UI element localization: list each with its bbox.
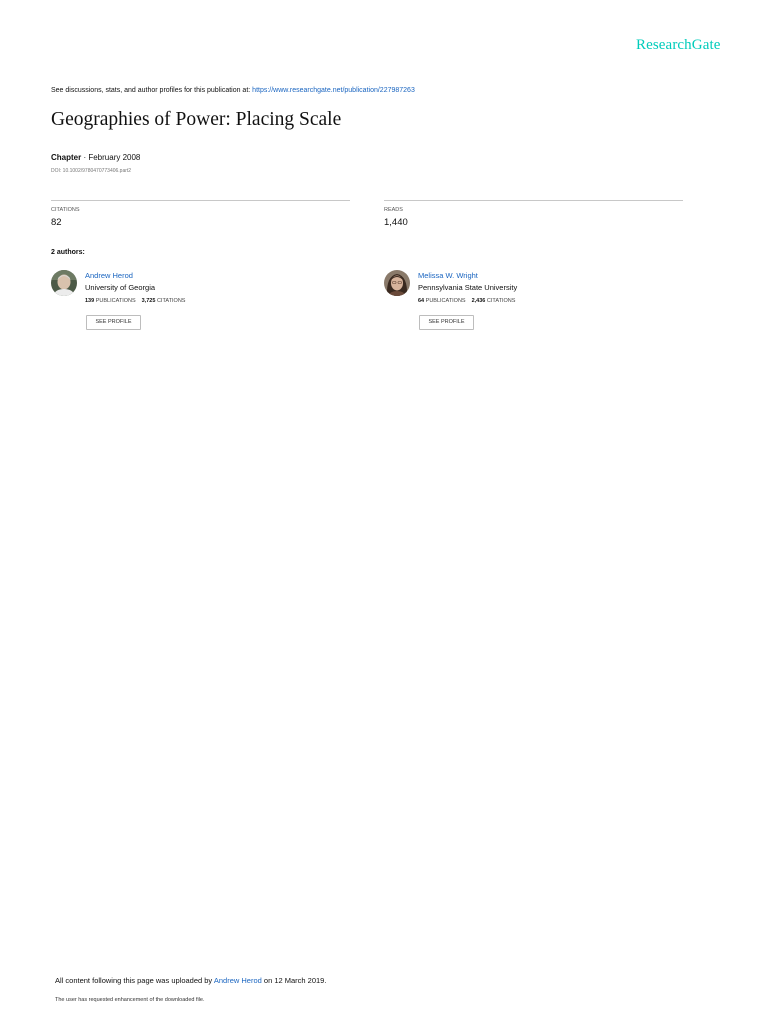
author-institution: University of Georgia [85, 283, 156, 292]
profile-discussion-line: See discussions, stats, and author profi… [51, 87, 415, 94]
reads-value: 1,440 [384, 217, 408, 228]
publications-label: PUBLICATIONS [95, 298, 136, 304]
uploader-link[interactable]: Andrew Herod [214, 976, 262, 985]
researchgate-logo[interactable]: ResearchGate [636, 37, 720, 54]
lead-text: See discussions, stats, and author profi… [51, 87, 253, 94]
publication-title: Geographies of Power: Placing Scale [51, 109, 342, 130]
author-name-link[interactable]: Melissa W. Wright [418, 271, 478, 280]
author-citations-label: CITATIONS [156, 298, 186, 304]
citations-value: 82 [51, 217, 62, 228]
publications-count: 139 [85, 298, 95, 304]
author-citations-count: 3,725 [141, 298, 156, 304]
reads-divider [384, 200, 683, 201]
author-citations-label: CITATIONS [486, 298, 516, 304]
author-photo-icon [384, 270, 410, 296]
publication-link[interactable]: https://www.researchgate.net/publication… [252, 87, 415, 94]
author-photo-icon [51, 270, 77, 296]
reads-label: READS [384, 207, 403, 213]
author-avatar[interactable] [51, 270, 77, 296]
citations-label: CITATIONS [51, 207, 80, 213]
see-profile-button[interactable]: SEE PROFILE [419, 315, 474, 330]
author-institution: Pennsylvania State University [418, 283, 518, 292]
authors-heading: 2 authors: [51, 249, 85, 256]
author-citations-count: 2,436 [471, 298, 486, 304]
see-profile-button[interactable]: SEE PROFILE [86, 315, 141, 330]
upload-note: All content following this page was uplo… [55, 976, 326, 985]
author-stats: 64 PUBLICATIONS 2,436 CITATIONS [418, 298, 515, 304]
publication-date: February 2008 [88, 153, 141, 162]
upload-prefix: All content following this page was uplo… [55, 976, 214, 985]
publications-count: 64 [418, 298, 425, 304]
upload-suffix: on 12 March 2019. [261, 976, 327, 985]
enhancement-note: The user has requested enhancement of th… [55, 997, 205, 1003]
publications-label: PUBLICATIONS [425, 298, 466, 304]
publication-meta: Chapter · February 2008 [51, 153, 140, 162]
author-name-link[interactable]: Andrew Herod [85, 271, 133, 280]
citations-divider [51, 200, 350, 201]
publication-type: Chapter [51, 153, 82, 162]
author-avatar[interactable] [384, 270, 410, 296]
publication-doi: DOI: 10.1002/9780470773406.part2 [51, 168, 132, 174]
author-stats: 139 PUBLICATIONS 3,725 CITATIONS [85, 298, 185, 304]
